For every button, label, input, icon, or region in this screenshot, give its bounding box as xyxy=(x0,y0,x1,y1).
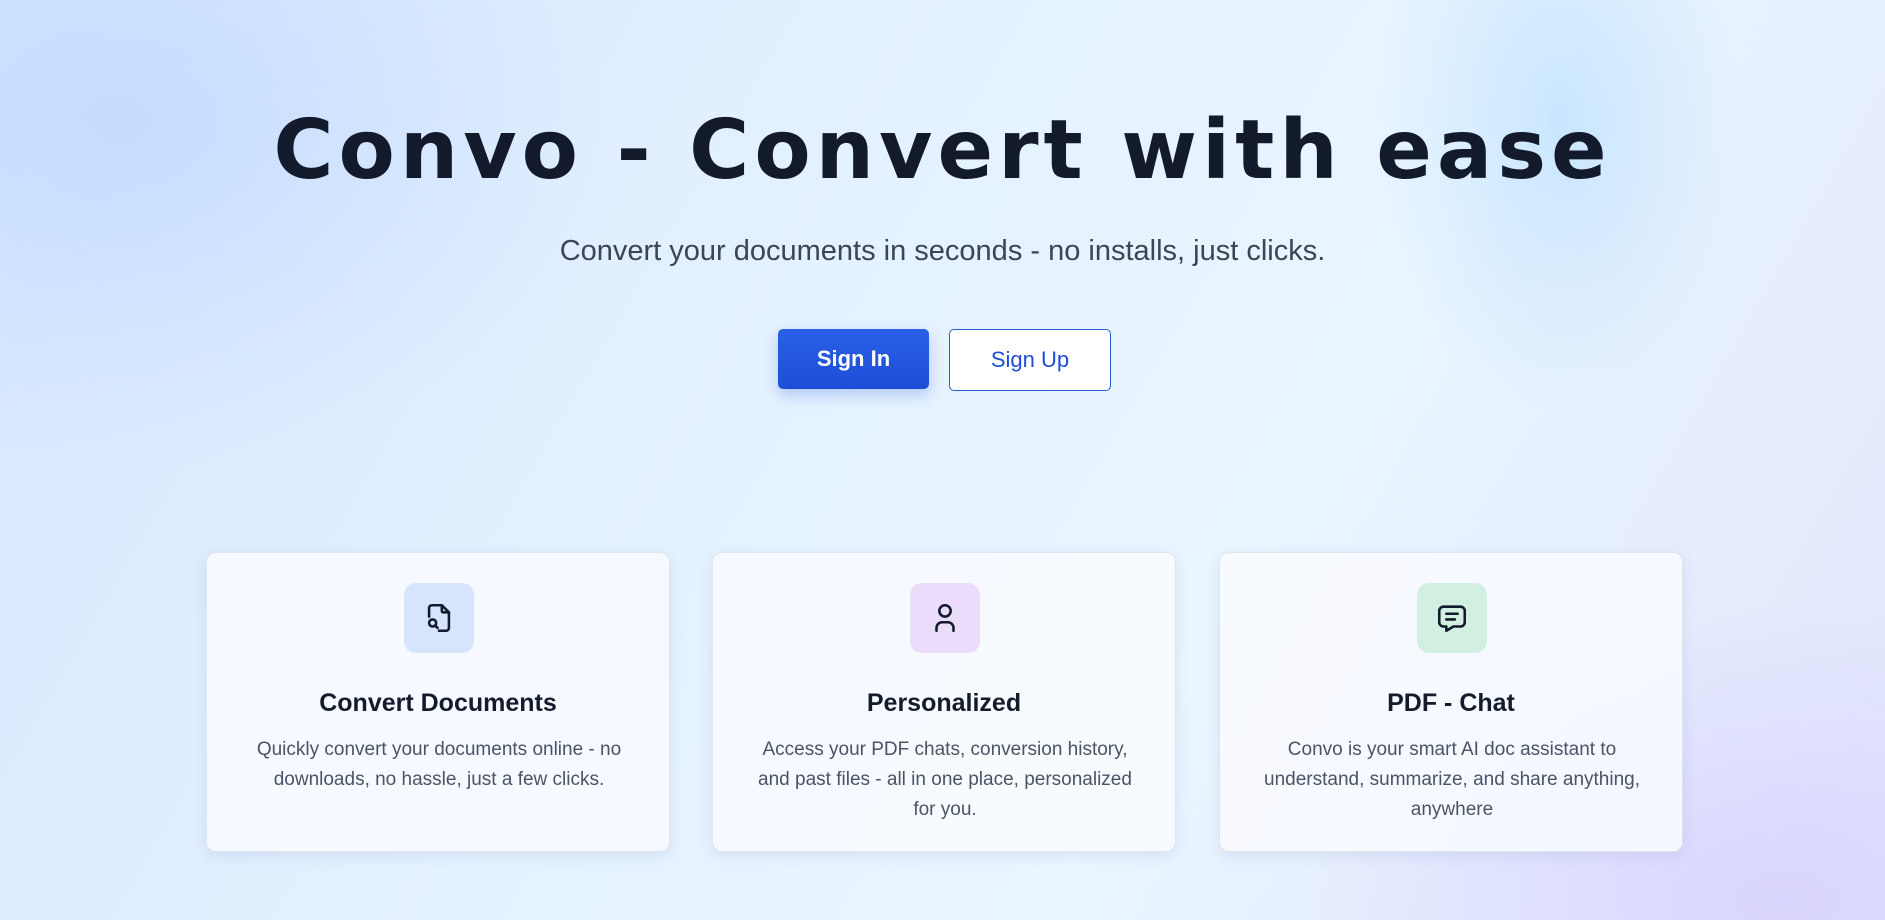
feature-title: Convert Documents xyxy=(319,689,557,717)
chat-message-icon xyxy=(1417,583,1487,653)
hero-subtitle: Convert your documents in seconds - no i… xyxy=(559,235,1326,267)
feature-description: Quickly convert your documents online - … xyxy=(256,739,622,790)
feature-title: PDF - Chat xyxy=(1387,689,1515,717)
user-icon xyxy=(910,583,980,653)
feature-title: Personalized xyxy=(866,689,1022,717)
feature-description: Access your PDF chats, conversion histor… xyxy=(758,739,1132,820)
sign-up-button[interactable]: Sign Up xyxy=(949,329,1111,391)
file-search-icon xyxy=(404,583,474,653)
feature-card-personalized: Personalized Access your PDF chats, conv… xyxy=(712,552,1176,852)
feature-card-convert-documents: Convert Documents Quickly convert your d… xyxy=(206,552,670,852)
sign-in-button[interactable]: Sign In xyxy=(778,329,929,389)
page-title: Convo - Convert with ease xyxy=(273,103,1612,198)
feature-card-pdf-chat: PDF - Chat Convo is your smart AI doc as… xyxy=(1219,552,1683,852)
feature-description: Convo is your smart AI doc assistant to … xyxy=(1264,739,1640,820)
